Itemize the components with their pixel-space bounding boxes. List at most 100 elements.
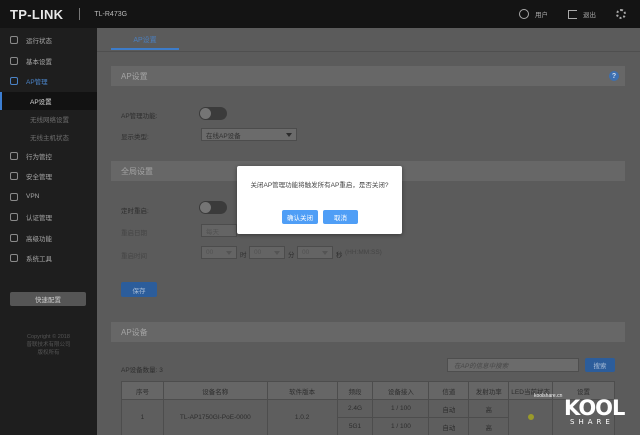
- cell-channel: 自动: [428, 399, 470, 418]
- cell-version: 1.0.2: [266, 399, 338, 435]
- cell-power: 高: [468, 417, 510, 435]
- sidebar-item-ap-management[interactable]: AP管理: [0, 71, 97, 92]
- ap-device-table: 序号 设备名称 软件版本 频段 设备接入 信道 发射功率 LED当前状态 设置 …: [121, 381, 615, 435]
- advanced-icon: [10, 233, 18, 242]
- column-header: 设备名称: [162, 381, 268, 400]
- confirm-dialog: 关闭AP管理功能将触发所有AP重启，是否关闭? 确认关闭 取消: [237, 166, 402, 234]
- cell-index: 1: [121, 399, 164, 435]
- sidebar-item-auth[interactable]: 认证管理: [0, 207, 97, 228]
- watermark-logo: KOOL SHARE: [564, 396, 625, 427]
- search-button[interactable]: 搜索: [585, 358, 615, 372]
- ap-device-count: AP设备数量: 3: [121, 367, 163, 374]
- settings-icon[interactable]: [616, 9, 626, 19]
- reboot-minute-select[interactable]: 00: [249, 246, 285, 259]
- logout-icon[interactable]: [568, 9, 577, 19]
- sidebar-item-label: 系统工具: [26, 256, 52, 264]
- help-icon[interactable]: ?: [609, 71, 619, 81]
- chevron-down-icon: [286, 133, 292, 137]
- sidebar-item-label: AP管理: [26, 79, 48, 87]
- column-header: 频段: [336, 381, 374, 400]
- cancel-button[interactable]: 取消: [323, 210, 358, 224]
- display-type-select[interactable]: 在线AP设备: [201, 128, 297, 141]
- hour-unit: 时: [240, 252, 247, 259]
- save-button[interactable]: 保存: [121, 282, 157, 297]
- tab-divider: [97, 51, 640, 52]
- chevron-down-icon: [322, 251, 328, 255]
- display-type-label: 显示类型:: [121, 134, 149, 141]
- dialog-message: 关闭AP管理功能将触发所有AP重启，是否关闭?: [250, 182, 389, 189]
- device-model: TL-R473G: [94, 10, 128, 18]
- top-bar: TP-LINK TL-R473G 用户 退出: [0, 0, 640, 28]
- sidebar-item-basic[interactable]: 基本设置: [0, 51, 97, 72]
- copyright: Copyright © 2018 普联技术有限公司 版权所有: [26, 334, 71, 356]
- monitor-icon: [10, 36, 18, 45]
- sidebar-item-vpn[interactable]: VPN: [0, 187, 97, 208]
- sidebar-item-label: VPN: [26, 193, 40, 201]
- table-row: 1 TL-AP1750GI-PoE-0000 1.0.2 2.4G 1 / 10…: [121, 399, 615, 435]
- reboot-cycle-label: 重启日期: [121, 230, 147, 237]
- header-divider: [79, 8, 81, 20]
- user-icon[interactable]: [519, 9, 529, 19]
- sidebar-subitem-wireless-network[interactable]: 无线网络设置: [0, 110, 97, 128]
- sidebar-item-label: 安全管理: [26, 174, 52, 182]
- sidebar-item-label: 基本设置: [26, 58, 52, 66]
- column-header: 设备接入: [372, 381, 430, 400]
- sidebar-item-advanced[interactable]: 高级功能: [0, 228, 97, 249]
- column-header: 发射功率: [468, 381, 510, 400]
- cell-power: 高: [468, 399, 510, 418]
- control-icon: [10, 151, 18, 160]
- column-header: 软件版本: [266, 381, 338, 400]
- sidebar-item-behavior[interactable]: 行为管控: [0, 146, 97, 167]
- tab-ap-settings[interactable]: AP设置: [111, 32, 179, 50]
- led-bulb-icon[interactable]: [527, 413, 534, 420]
- user-link[interactable]: 用户: [535, 9, 548, 19]
- vpn-icon: [10, 192, 18, 201]
- reboot-time-label: 重启时间: [121, 253, 147, 260]
- sidebar-item-label: 高级功能: [26, 235, 52, 243]
- auth-icon: [10, 213, 18, 222]
- header-actions: 用户 退出: [519, 0, 626, 28]
- time-format-hint: (HH:MM:SS): [345, 249, 382, 256]
- cell-device-name: TL-AP1750GI-PoE-0000: [162, 399, 268, 435]
- section-header-ap-devices: AP设备: [111, 322, 625, 342]
- cell-band: 2.4G: [336, 399, 374, 418]
- reboot-hour-select[interactable]: 00: [201, 246, 237, 259]
- sidebar-subitem-ap-settings[interactable]: AP设置: [0, 91, 97, 110]
- chevron-down-icon: [274, 251, 280, 255]
- sidebar-item-status[interactable]: 运行状态: [0, 30, 97, 51]
- sidebar-item-security[interactable]: 安全管理: [0, 166, 97, 187]
- ap-mgmt-label: AP管理功能:: [121, 113, 158, 120]
- shield-icon: [10, 172, 18, 181]
- cell-band: 5G1: [336, 417, 374, 435]
- quick-config-button[interactable]: 快速配置: [10, 292, 86, 306]
- ap-icon: [10, 77, 18, 86]
- sidebar-item-label: 运行状态: [26, 38, 52, 46]
- watermark-url: koolshare.cn: [534, 393, 563, 399]
- column-header: 信道: [428, 381, 470, 400]
- second-unit: 秒: [336, 252, 343, 259]
- chevron-down-icon: [226, 251, 232, 255]
- minute-unit: 分: [288, 252, 295, 259]
- cell-led: [508, 399, 554, 435]
- gear-icon: [10, 56, 18, 65]
- section-header-ap-settings: AP设置 ?: [111, 66, 625, 86]
- confirm-close-button[interactable]: 确认关闭: [282, 210, 318, 224]
- reboot-second-select[interactable]: 00: [297, 246, 333, 259]
- column-header: 序号: [121, 381, 164, 400]
- cell-channel: 自动: [428, 417, 470, 435]
- cell-access: 1 / 100: [372, 417, 430, 435]
- sidebar-item-label: 行为管控: [26, 153, 52, 161]
- logout-link[interactable]: 退出: [583, 9, 596, 19]
- timed-reboot-toggle[interactable]: [199, 201, 227, 214]
- sidebar-item-tools[interactable]: 系统工具: [0, 248, 97, 269]
- tools-icon: [10, 254, 18, 263]
- ap-mgmt-toggle[interactable]: [199, 107, 227, 120]
- cell-access: 1 / 100: [372, 399, 430, 418]
- sidebar-item-label: 认证管理: [26, 215, 52, 223]
- brand-logo: TP-LINK: [10, 6, 64, 22]
- sidebar: 运行状态 基本设置 AP管理 AP设置 无线网络设置 无线主机状态 行为管控 安…: [0, 28, 97, 435]
- search-input[interactable]: 在AP的信息中搜索: [447, 358, 579, 372]
- reboot-cycle-select[interactable]: 每天: [201, 224, 237, 237]
- sidebar-subitem-wireless-hosts[interactable]: 无线主机状态: [0, 128, 97, 146]
- timed-reboot-label: 定时重启:: [121, 208, 149, 215]
